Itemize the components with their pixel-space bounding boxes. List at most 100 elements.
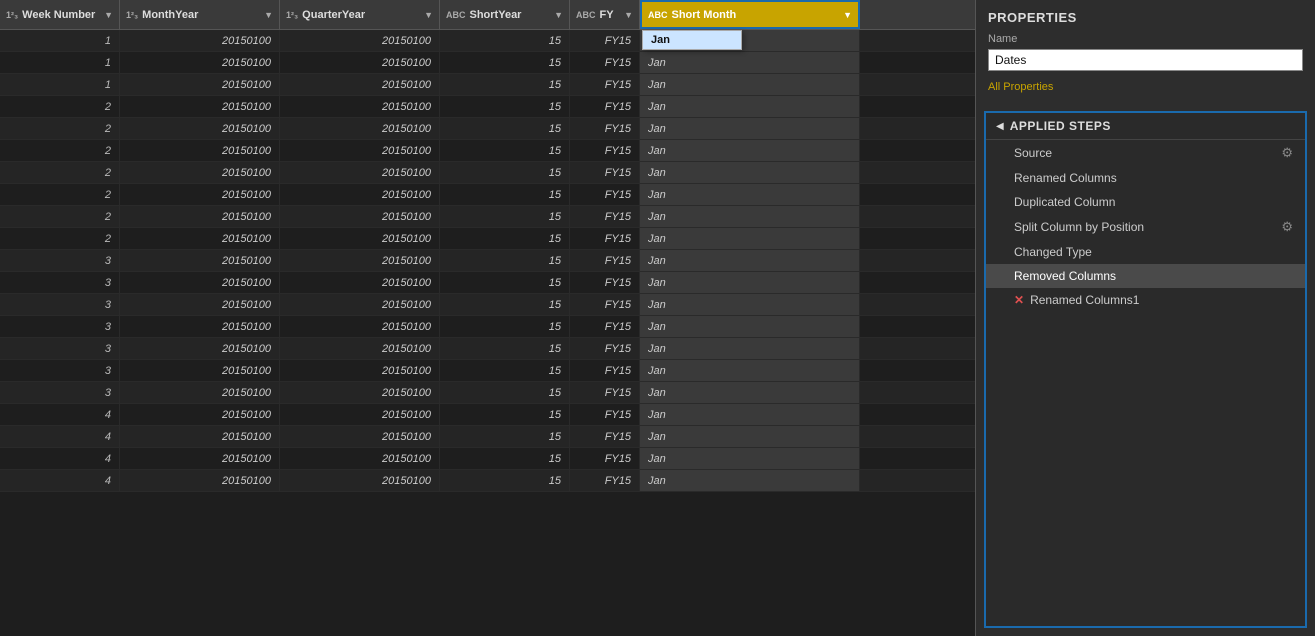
cell-fy-14: FY15 [570,338,640,359]
table-row: 3 20150100 20150100 15 FY15 Jan [0,294,975,316]
applied-steps-section: ◀ APPLIED STEPS Source⚙Renamed ColumnsDu… [984,111,1307,628]
cell-quarteryear-20: 20150100 [280,470,440,491]
cell-monthyear-13: 20150100 [120,316,280,337]
cell-week-5: 2 [0,140,120,161]
cell-shortmonth-5: Jan [640,140,860,161]
table-row: 2 20150100 20150100 15 FY15 Jan [0,228,975,250]
cell-shortmonth-13: Jan [640,316,860,337]
cell-monthyear-18: 20150100 [120,426,280,447]
table-row: 3 20150100 20150100 15 FY15 Jan [0,250,975,272]
week-number-dropdown-arrow[interactable]: ▼ [104,10,113,20]
cell-quarteryear-4: 20150100 [280,118,440,139]
cell-week-6: 2 [0,162,120,183]
name-label: Name [988,33,1303,45]
cell-shortmonth-15: Jan [640,360,860,381]
cell-week-20: 4 [0,470,120,491]
cell-shortyear-3: 15 [440,96,570,117]
cell-shortmonth-14: Jan [640,338,860,359]
fy-dropdown-arrow[interactable]: ▼ [624,10,633,20]
cell-week-14: 3 [0,338,120,359]
fy-type-icon: ABC [576,10,596,20]
cell-week-15: 3 [0,360,120,381]
cell-shortmonth-6: Jan [640,162,860,183]
quarter-year-dropdown-arrow[interactable]: ▼ [424,10,433,20]
cell-fy-10: FY15 [570,250,640,271]
cell-shortyear-6: 15 [440,162,570,183]
cell-shortyear-2: 15 [440,74,570,95]
step-label-renamed-columns-1: Renamed Columns1 [1030,293,1139,307]
cell-quarteryear-10: 20150100 [280,250,440,271]
step-error-icon: ✕ [1014,293,1024,307]
step-item-duplicated-column[interactable]: Duplicated Column [986,190,1305,214]
step-item-renamed-columns[interactable]: Renamed Columns [986,166,1305,190]
month-year-dropdown-arrow[interactable]: ▼ [264,10,273,20]
cell-shortmonth-8: Jan [640,206,860,227]
table-row: 2 20150100 20150100 15 FY15 Jan [0,118,975,140]
step-item-removed-columns[interactable]: Removed Columns [986,264,1305,288]
name-input[interactable] [988,49,1303,71]
step-gear-icon[interactable]: ⚙ [1281,145,1293,161]
cell-fy-19: FY15 [570,448,640,469]
col-header-short-month[interactable]: ABC Short Month ▼ Jan [640,0,860,29]
table-row: 2 20150100 20150100 15 FY15 Jan [0,206,975,228]
step-item-split-column-position[interactable]: Split Column by Position⚙ [986,214,1305,240]
step-label-source: Source [1014,146,1052,160]
cell-week-7: 2 [0,184,120,205]
step-item-source[interactable]: Source ⚙ [986,140,1305,166]
cell-quarteryear-15: 20150100 [280,360,440,381]
quarter-year-type-icon: 1²₃ [286,10,298,20]
cell-monthyear-8: 20150100 [120,206,280,227]
table-row: 3 20150100 20150100 15 FY15 Jan [0,272,975,294]
week-number-type-icon: 1²₃ [6,10,18,20]
col-header-quarter-year[interactable]: 1²₃ QuarterYear ▼ [280,0,440,29]
all-properties-link[interactable]: All Properties [988,81,1053,93]
col-label-month-year: MonthYear [142,9,198,21]
cell-week-11: 3 [0,272,120,293]
cell-quarteryear-11: 20150100 [280,272,440,293]
short-month-dropdown: Jan [642,30,742,50]
cell-monthyear-2: 20150100 [120,74,280,95]
cell-shortyear-4: 15 [440,118,570,139]
cell-quarteryear-12: 20150100 [280,294,440,315]
properties-section: PROPERTIES Name All Properties [976,0,1315,103]
cell-week-1: 1 [0,52,120,73]
cell-monthyear-7: 20150100 [120,184,280,205]
step-item-renamed-columns-1[interactable]: ✕ Renamed Columns1 [986,288,1305,312]
cell-shortyear-0: 15 [440,30,570,51]
short-year-dropdown-arrow[interactable]: ▼ [554,10,563,20]
col-header-month-year[interactable]: 1²₃ MonthYear ▼ [120,0,280,29]
cell-shortyear-18: 15 [440,426,570,447]
short-month-dropdown-arrow[interactable]: ▼ [843,10,852,20]
applied-steps-collapse-arrow[interactable]: ◀ [996,121,1004,132]
table-row: 4 20150100 20150100 15 FY15 Jan [0,426,975,448]
cell-monthyear-19: 20150100 [120,448,280,469]
cell-monthyear-14: 20150100 [120,338,280,359]
col-header-week-number[interactable]: 1²₃ Week Number ▼ [0,0,120,29]
cell-monthyear-0: 20150100 [120,30,280,51]
cell-week-4: 2 [0,118,120,139]
cell-shortmonth-11: Jan [640,272,860,293]
cell-monthyear-9: 20150100 [120,228,280,249]
cell-quarteryear-3: 20150100 [280,96,440,117]
cell-fy-12: FY15 [570,294,640,315]
step-item-changed-type[interactable]: Changed Type [986,240,1305,264]
cell-quarteryear-19: 20150100 [280,448,440,469]
cell-week-17: 4 [0,404,120,425]
table-row: 4 20150100 20150100 15 FY15 Jan [0,404,975,426]
cell-week-8: 2 [0,206,120,227]
col-header-short-year[interactable]: ABC ShortYear ▼ [440,0,570,29]
cell-shortmonth-7: Jan [640,184,860,205]
cell-monthyear-6: 20150100 [120,162,280,183]
col-header-fy[interactable]: ABC FY ▼ [570,0,640,29]
cell-monthyear-15: 20150100 [120,360,280,381]
cell-monthyear-11: 20150100 [120,272,280,293]
cell-week-18: 4 [0,426,120,447]
dropdown-item-jan[interactable]: Jan [643,31,741,49]
table-row: 2 20150100 20150100 15 FY15 Jan [0,96,975,118]
cell-shortmonth-18: Jan [640,426,860,447]
cell-quarteryear-1: 20150100 [280,52,440,73]
table-row: 4 20150100 20150100 15 FY15 Jan [0,448,975,470]
step-gear-icon[interactable]: ⚙ [1281,219,1293,235]
cell-week-12: 3 [0,294,120,315]
cell-fy-13: FY15 [570,316,640,337]
